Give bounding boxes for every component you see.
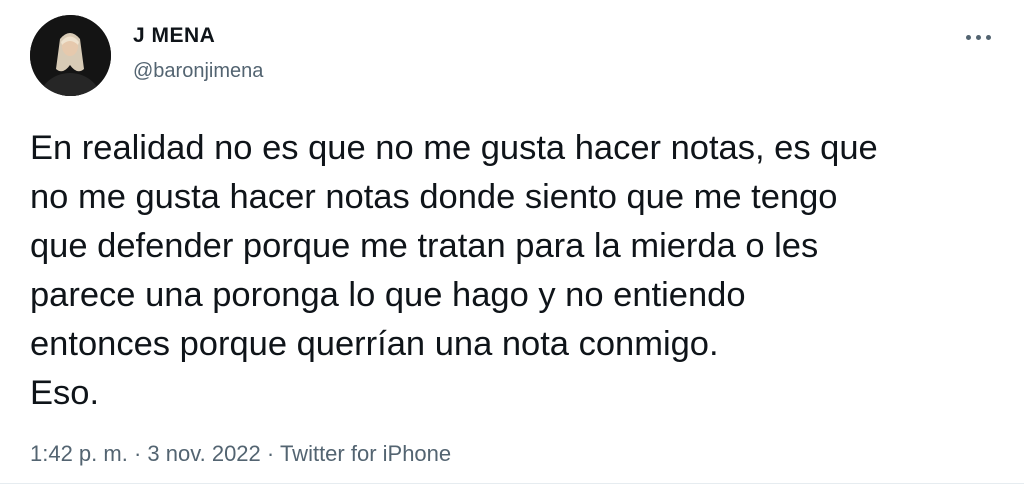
tweet-text-line: no me gusta hacer notas donde siento que… bbox=[30, 178, 838, 216]
tweet-text: En realidad no es que no me gusta hacer … bbox=[30, 124, 990, 418]
tweet-metadata: 1:42 p. m. · 3 nov. 2022 · Twitter for i… bbox=[30, 441, 451, 467]
separator: · bbox=[133, 441, 142, 466]
tweet-date: 3 nov. 2022 bbox=[147, 441, 261, 466]
tweet-text-line: Eso. bbox=[30, 374, 100, 412]
tweet-text-line: entonces porque querrían una nota conmig… bbox=[30, 325, 719, 363]
more-options-button[interactable] bbox=[958, 22, 998, 52]
tweet-card: J MENA @baronjimena En realidad no es qu… bbox=[0, 0, 1024, 484]
display-name[interactable]: J MENA bbox=[133, 24, 215, 48]
more-options-icon bbox=[965, 34, 971, 40]
more-options-icon bbox=[975, 34, 981, 40]
tweet-source-link[interactable]: Twitter for iPhone bbox=[280, 441, 451, 466]
tweet-time: 1:42 p. m. bbox=[30, 441, 128, 466]
profile-photo-icon bbox=[30, 15, 111, 96]
user-handle[interactable]: @baronjimena bbox=[133, 60, 263, 83]
avatar[interactable] bbox=[30, 15, 111, 96]
tweet-time-link[interactable]: 1:42 p. m. · 3 nov. 2022 bbox=[30, 441, 261, 466]
tweet-text-line: En realidad no es que no me gusta hacer … bbox=[30, 129, 878, 167]
tweet-text-line: que defender porque me tratan para la mi… bbox=[30, 227, 819, 265]
separator: · bbox=[266, 441, 275, 466]
tweet-text-line: parece una poronga lo que hago y no enti… bbox=[30, 276, 746, 314]
more-options-icon bbox=[985, 34, 991, 40]
